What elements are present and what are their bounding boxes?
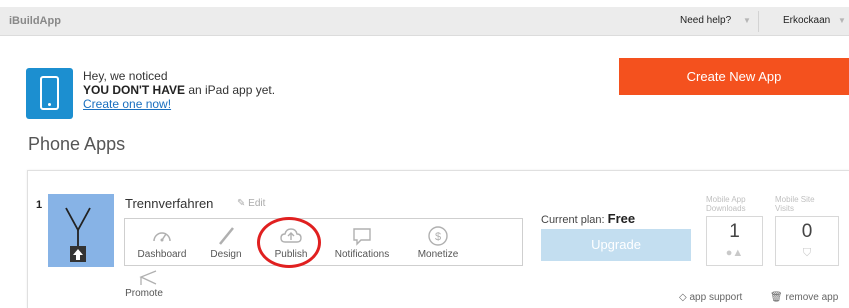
nav-notifications[interactable]: Notifications bbox=[325, 219, 399, 267]
nav-promote[interactable]: Promote bbox=[124, 266, 174, 304]
top-bar: iBuildApp Need help? ▼ Erkockaan ▼ bbox=[0, 7, 849, 36]
need-help-menu[interactable]: Need help? bbox=[680, 15, 731, 26]
nav-monetize[interactable]: $ Monetize bbox=[405, 219, 471, 267]
edit-app-link[interactable]: ✎ Edit bbox=[237, 198, 265, 209]
chat-bubble-icon bbox=[353, 228, 371, 246]
stat-value: 0 bbox=[801, 221, 813, 242]
nav-label: Promote bbox=[125, 288, 163, 299]
chevron-down-icon[interactable]: ▼ bbox=[743, 16, 751, 25]
remove-app-label: remove app bbox=[785, 292, 839, 303]
user-menu[interactable]: Erkockaan bbox=[783, 15, 830, 26]
svg-text:$: $ bbox=[435, 231, 441, 243]
nav-dashboard[interactable]: Dashboard bbox=[127, 219, 197, 267]
edit-label: Edit bbox=[248, 198, 266, 209]
current-plan: Current plan: Free bbox=[541, 211, 635, 226]
dollar-icon: $ bbox=[428, 226, 448, 246]
notice-strong: YOU DON'T HAVE bbox=[83, 83, 185, 97]
nav-design[interactable]: Design bbox=[201, 219, 251, 267]
upgrade-button[interactable]: Upgrade bbox=[541, 229, 691, 261]
notice-line-1: Hey, we noticed bbox=[83, 69, 168, 83]
dashboard-icon bbox=[153, 232, 171, 242]
highlight-circle bbox=[257, 217, 321, 268]
nav-label: Design bbox=[210, 249, 242, 260]
plan-value: Free bbox=[607, 211, 636, 226]
tag-icon: ◇ bbox=[679, 292, 687, 303]
app-thumbnail[interactable] bbox=[48, 194, 114, 267]
tablet-icon bbox=[26, 68, 73, 119]
brand-logo[interactable]: iBuildApp bbox=[9, 15, 61, 27]
remove-app-link[interactable]: 🗑 remove app bbox=[770, 292, 838, 303]
apple-android-icon: ●▲ bbox=[725, 247, 744, 259]
visits-stat: 0 ⛉ bbox=[775, 216, 839, 266]
nav-label: Monetize bbox=[417, 249, 459, 260]
create-ipad-app-link[interactable]: Create one now! bbox=[83, 97, 171, 111]
megaphone-icon bbox=[139, 270, 157, 285]
trash-icon: 🗑 bbox=[770, 292, 783, 303]
ipad-notice: Hey, we noticed YOU DON'T HAVE an iPad a… bbox=[83, 69, 275, 111]
chevron-down-icon[interactable]: ▼ bbox=[838, 16, 846, 25]
app-nav: Dashboard Design Publish Notifications $… bbox=[124, 218, 523, 266]
plan-label: Current plan: bbox=[541, 214, 608, 226]
stat-value: 1 bbox=[729, 221, 740, 242]
nav-label: Dashboard bbox=[137, 249, 187, 260]
html5-icon: ⛉ bbox=[802, 247, 812, 259]
app-support-label: app support bbox=[689, 292, 743, 303]
brush-icon bbox=[219, 227, 234, 245]
app-name: Trennverfahren bbox=[125, 196, 214, 211]
divider bbox=[758, 11, 759, 32]
stat-label: Mobile Site Visits bbox=[775, 195, 815, 213]
stat-label: Mobile App Downloads bbox=[706, 195, 746, 213]
create-new-app-button[interactable]: Create New App bbox=[619, 58, 849, 95]
nav-label: Notifications bbox=[334, 249, 390, 260]
app-support-link[interactable]: ◇ app support bbox=[679, 292, 742, 303]
notice-line-2: YOU DON'T HAVE an iPad app yet. bbox=[83, 83, 275, 97]
downloads-stat: 1 ●▲ bbox=[706, 216, 763, 266]
page-title: Phone Apps bbox=[28, 134, 126, 154]
app-number: 1 bbox=[36, 199, 43, 211]
notice-line-2-rest: an iPad app yet. bbox=[184, 83, 276, 97]
